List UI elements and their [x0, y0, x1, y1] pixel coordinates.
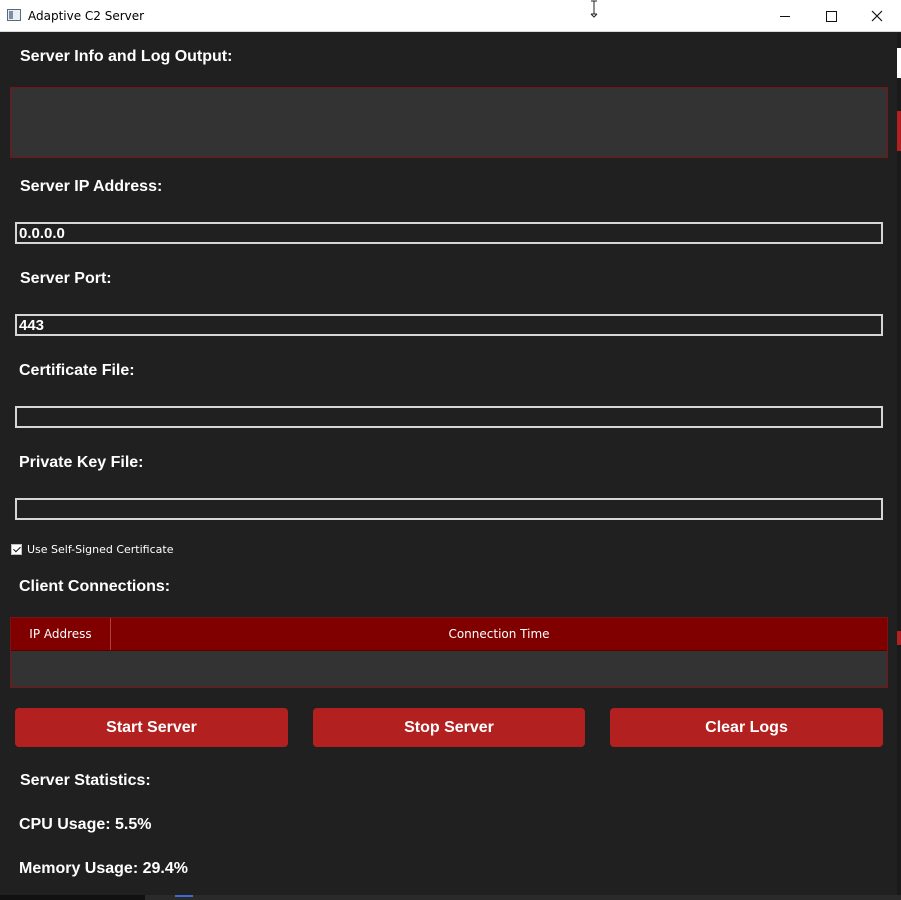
title-bar: Adaptive C2 Server — [0, 0, 901, 32]
minimize-button[interactable] — [762, 0, 808, 32]
window-title: Adaptive C2 Server — [28, 9, 145, 23]
memory-usage-text: Memory Usage: 29.4% — [19, 860, 188, 877]
column-header-ip-address[interactable]: IP Address — [11, 618, 111, 650]
edge-accent — [897, 631, 901, 645]
taskbar-segment — [0, 895, 145, 900]
cpu-usage-text: CPU Usage: 5.5% — [19, 816, 152, 833]
edge-highlight — [897, 48, 901, 78]
server-statistics-label: Server Statistics: — [20, 772, 151, 789]
server-ip-label: Server IP Address: — [20, 178, 163, 195]
private-key-file-input[interactable] — [15, 498, 883, 520]
client-connections-label: Client Connections: — [19, 578, 171, 595]
log-output[interactable] — [10, 87, 888, 158]
minimize-icon — [780, 15, 790, 17]
clear-logs-button[interactable]: Clear Logs — [610, 708, 883, 747]
app-icon — [7, 9, 21, 21]
background-window-edge — [897, 33, 901, 900]
taskbar-indicator — [175, 895, 193, 897]
server-port-label: Server Port: — [20, 270, 112, 287]
stop-server-button[interactable]: Stop Server — [313, 708, 585, 747]
certificate-label: Certificate File: — [19, 362, 135, 379]
close-icon — [871, 10, 883, 22]
self-signed-label: Use Self-Signed Certificate — [27, 543, 174, 556]
column-header-connection-time[interactable]: Connection Time — [111, 618, 887, 650]
start-server-button[interactable]: Start Server — [15, 708, 288, 747]
close-button[interactable] — [854, 0, 900, 32]
table-header: IP Address Connection Time — [11, 618, 887, 651]
text-cursor-icon — [590, 0, 598, 18]
private-key-label: Private Key File: — [19, 454, 144, 471]
server-ip-input[interactable] — [15, 222, 883, 244]
self-signed-checkbox[interactable] — [11, 544, 22, 555]
certificate-file-input[interactable] — [15, 406, 883, 428]
taskbar-edge — [0, 895, 901, 900]
maximize-icon — [825, 10, 837, 22]
edge-accent — [897, 111, 901, 151]
log-label: Server Info and Log Output: — [20, 48, 233, 65]
server-port-input[interactable] — [15, 314, 883, 336]
self-signed-option[interactable]: Use Self-Signed Certificate — [11, 543, 173, 556]
maximize-button[interactable] — [808, 0, 854, 32]
client-connections-table[interactable]: IP Address Connection Time — [10, 617, 888, 688]
